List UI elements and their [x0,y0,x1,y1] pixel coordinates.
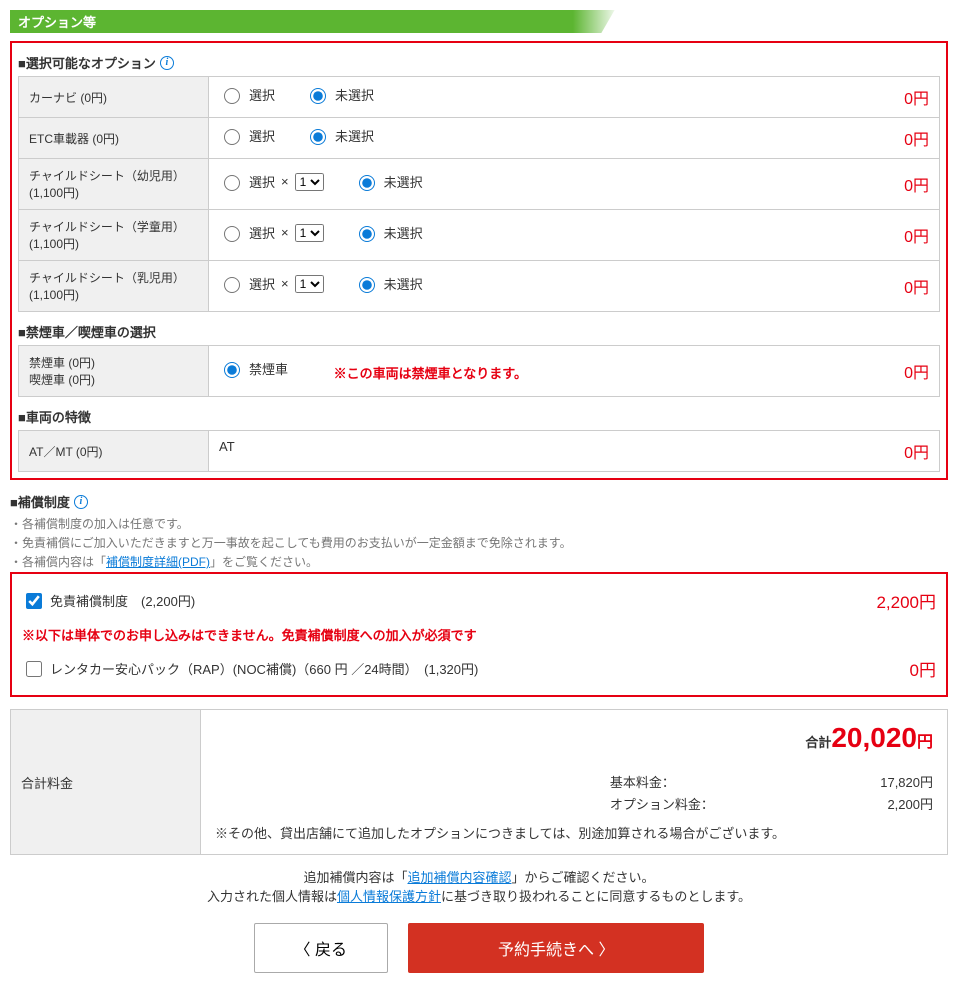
option-label: チャイルドシート（幼児用）(1,100円) [19,159,209,210]
comp-note: ・免責補償にご加入いただきますと万一事故を起こしても費用のお支払いが一定金額まで… [10,534,948,551]
option-price: 0円 [904,274,929,298]
option-label: チャイルドシート（乳児用）(1,100円) [19,261,209,312]
option-controls: 選択×1未選択0円 [209,159,940,210]
total-note: ※その他、貸出店舗にて追加したオプションにつきましては、別途加算される場合がござ… [215,823,933,842]
option-controls: 選択×1未選択0円 [209,261,940,312]
comp-item-1: 免責補償制度 (2,200円) 2,200円 [18,580,940,621]
select-label: 選択 [249,172,275,191]
unselect-radio[interactable] [310,88,326,104]
sub-header-compensation: ■補償制度 i [10,492,948,511]
info-icon[interactable]: i [160,56,174,70]
breakdown-row: 基本料金： 17,820円 [215,772,933,791]
comp-price-2: 0円 [910,656,936,681]
select-label: 選択 [249,126,275,145]
section-header-options: オプション等 [10,10,948,33]
smoking-radio[interactable] [224,362,240,378]
features-price: 0円 [904,439,929,463]
smoking-price: 0円 [904,359,929,383]
comp-checkbox-1[interactable] [26,593,42,609]
option-price: 0円 [904,172,929,196]
unselect-label: 未選択 [335,126,374,145]
total-content: 合計20,020円 基本料金： 17,820円 オプション料金： 2,200円 … [201,710,947,854]
select-label: 選択 [249,223,275,242]
comp-label-2: レンタカー安心パック（RAP）(NOC補償)（660 円 ／24時間） (1,3… [50,659,478,678]
button-row: 戻る 予約手続きへ [10,923,948,973]
unselect-radio[interactable] [310,129,326,145]
comp-price-1: 2,200円 [876,588,936,613]
comp-label-1: 免責補償制度 (2,200円) [50,591,195,610]
comp-note: ・各補償制度の加入は任意です。 [10,515,948,532]
total-label: 合計料金 [11,710,201,854]
chevron-left-icon [295,942,315,959]
chevron-right-icon [594,942,614,959]
unselect-radio[interactable] [359,226,375,242]
comp-item-2: レンタカー安心パック（RAP）(NOC補償)（660 円 ／24時間） (1,3… [18,648,940,689]
features-label: AT／MT (0円) [19,431,209,472]
option-label: チャイルドシート（学童用）(1,100円) [19,210,209,261]
option-price: 0円 [904,85,929,109]
sub-header-options: ■選択可能なオプション i [18,53,940,72]
comp-note: ・各補償内容は「補償制度詳細(PDF)」をご覧ください。 [10,553,948,570]
qty-select[interactable]: 1 [295,275,324,293]
proceed-button[interactable]: 予約手続きへ [408,923,704,973]
smoking-label-cell: 禁煙車 (0円) 喫煙車 (0円) [19,346,209,397]
features-value: AT [219,439,235,454]
footer-link-2[interactable]: 個人情報保護方針 [337,889,441,904]
option-controls: 選択×1未選択0円 [209,210,940,261]
unselect-label: 未選択 [384,223,423,242]
smoking-note: ※この車両は禁煙車となります。 [334,366,527,381]
option-label: ETC車載器 (0円) [19,118,209,159]
smoking-table: 禁煙車 (0円) 喫煙車 (0円) 禁煙車 ※この車両は禁煙車となります。 0円 [18,345,940,397]
unselect-radio[interactable] [359,277,375,293]
back-button[interactable]: 戻る [254,923,388,973]
breakdown-row: オプション料金： 2,200円 [215,794,933,813]
select-radio[interactable] [224,88,240,104]
sub-header-features: ■車両の特徴 [18,407,940,426]
footer-notes: 追加補償内容は「追加補償内容確認」からご確認ください。 入力された個人情報は個人… [10,867,948,905]
pdf-link[interactable]: 補償制度詳細(PDF) [106,555,210,569]
unselect-label: 未選択 [335,85,374,104]
select-radio[interactable] [224,226,240,242]
comp-warning: ※以下は単体でのお申し込みはできません。免責補償制度への加入が必須です [18,621,940,648]
option-controls: 選択 未選択 0円 [209,118,940,159]
unselect-label: 未選択 [384,274,423,293]
select-label: 選択 [249,274,275,293]
select-radio[interactable] [224,277,240,293]
comp-checkbox-2[interactable] [26,661,42,677]
option-price: 0円 [904,223,929,247]
sub-header-smoking: ■禁煙車／喫煙車の選択 [18,322,940,341]
option-label: カーナビ (0円) [19,77,209,118]
features-table: AT／MT (0円) AT 0円 [18,430,940,472]
option-price: 0円 [904,126,929,150]
options-box: ■選択可能なオプション i カーナビ (0円)選択未選択0円ETC車載器 (0円… [10,41,948,480]
unselect-label: 未選択 [384,172,423,191]
select-label: 選択 [249,85,275,104]
select-radio[interactable] [224,175,240,191]
total-box: 合計料金 合計20,020円 基本料金： 17,820円 オプション料金： 2,… [10,709,948,855]
smoking-radio-label: 禁煙車 [249,359,288,378]
option-controls: 選択 未選択 0円 [209,77,940,118]
compensation-box: 免責補償制度 (2,200円) 2,200円 ※以下は単体でのお申し込みはできま… [10,572,948,697]
info-icon[interactable]: i [74,495,88,509]
section-title: オプション等 [18,15,96,30]
qty-select[interactable]: 1 [295,224,324,242]
options-table: カーナビ (0円)選択未選択0円ETC車載器 (0円)選択未選択0円チャイルドシ… [18,76,940,312]
qty-select[interactable]: 1 [295,173,324,191]
select-radio[interactable] [224,129,240,145]
unselect-radio[interactable] [359,175,375,191]
grand-total: 合計20,020円 [215,722,933,754]
footer-link-1[interactable]: 追加補償内容確認 [407,870,511,885]
